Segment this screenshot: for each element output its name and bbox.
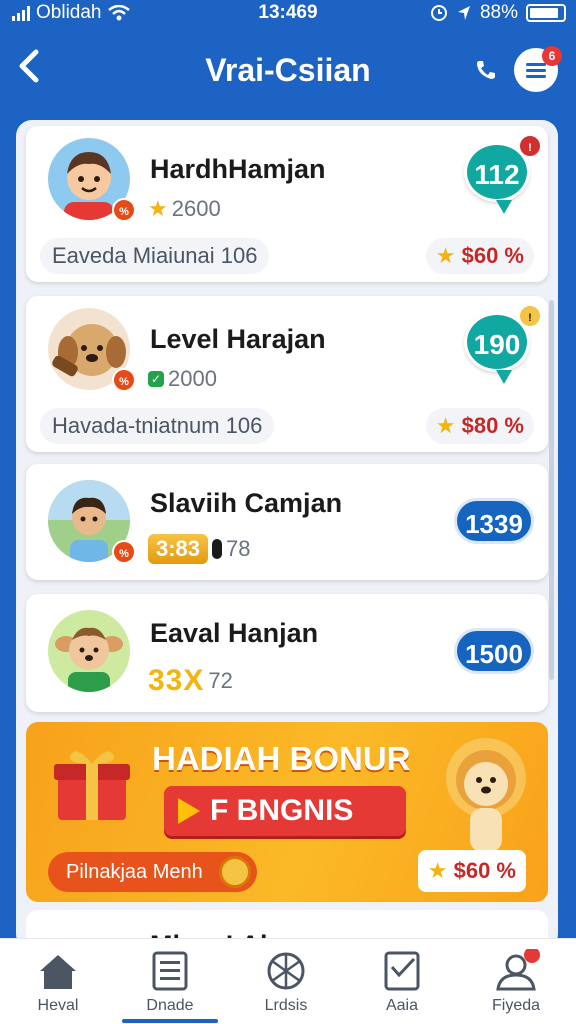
player-name: Slaviih Camjan bbox=[150, 488, 343, 518]
leaderboard-list: % HardhHamjan ★ 2600 112 ! Eaveda Miaiun… bbox=[16, 120, 558, 950]
player-card[interactable]: % Level Harajan ✓ 2000 190 ! Havada-tnia… bbox=[26, 296, 548, 452]
banner-info-pill[interactable]: Pilnakjaa Menh bbox=[48, 852, 257, 892]
nav-item-ball[interactable]: Lrdsis bbox=[236, 949, 336, 1015]
rank-badge: 3:83 bbox=[148, 534, 209, 564]
score-pill: 1500 bbox=[454, 628, 534, 674]
coin-icon bbox=[218, 856, 251, 888]
play-icon bbox=[178, 798, 200, 824]
rank-badge: 33X bbox=[148, 664, 205, 697]
nav-item-home[interactable]: Heval bbox=[8, 949, 108, 1015]
star-icon: ★ bbox=[148, 196, 168, 221]
nav-item-tasks[interactable]: Aaia bbox=[352, 949, 452, 1015]
level-badge: % bbox=[112, 198, 136, 222]
bonus-cta-button[interactable]: F BNGNIS bbox=[164, 786, 406, 836]
player-name: Eaval Hanjan bbox=[150, 618, 319, 648]
bonus-banner[interactable]: HADIAH BONUR F BNGNIS Pilnakjaa Menh ★ $… bbox=[26, 722, 548, 902]
nav-item-profile[interactable]: Fiyeda bbox=[466, 949, 566, 1015]
level-badge: % bbox=[112, 540, 136, 564]
app-header: Vrai-Csiian 6 bbox=[0, 36, 576, 106]
reward-pill: ★ $60 % bbox=[425, 238, 534, 274]
player-name: Level Harajan bbox=[150, 324, 326, 354]
notification-badge: 6 bbox=[542, 46, 562, 66]
battery-percent: 88% bbox=[479, 2, 518, 23]
nav-item-list[interactable]: Dnade bbox=[120, 949, 220, 1015]
star-icon: ★ bbox=[435, 413, 456, 438]
seed-icon bbox=[212, 539, 223, 559]
alert-badge: ! bbox=[518, 134, 542, 158]
checklist-icon bbox=[384, 951, 420, 991]
star-icon: ★ bbox=[427, 858, 448, 883]
basketball-icon bbox=[267, 952, 305, 990]
player-card[interactable]: Eaval Hanjan 33X 72 1500 bbox=[26, 594, 548, 712]
gift-icon bbox=[54, 751, 130, 820]
player-card[interactable]: % Slaviih Camjan 3:83 78 1339 bbox=[26, 464, 548, 580]
info-pill: Havada-tniatnum 106 bbox=[40, 408, 275, 444]
phone-icon bbox=[477, 61, 495, 79]
location-icon bbox=[457, 6, 470, 20]
home-icon bbox=[40, 955, 76, 989]
player-card[interactable]: % HardhHamjan ★ 2600 112 ! Eaveda Miaiun… bbox=[26, 126, 548, 282]
banner-title: HADIAH BONUR bbox=[152, 740, 411, 777]
alert-badge: ! bbox=[518, 304, 542, 328]
player-name: HardhHamjan bbox=[150, 154, 326, 184]
menu-button[interactable]: 6 bbox=[514, 46, 562, 92]
scrollbar[interactable] bbox=[549, 300, 554, 680]
info-pill: Eaveda Miaiunai 106 bbox=[40, 238, 270, 274]
puppy-avatar-icon bbox=[55, 627, 123, 692]
reward-pill: ★ $80 % bbox=[425, 408, 534, 444]
check-icon: ✓ bbox=[148, 371, 164, 387]
avatar bbox=[48, 610, 130, 692]
level-badge: % bbox=[112, 368, 136, 392]
bottom-nav: Heval Dnade Lrdsis Aaia Fiyeda bbox=[0, 938, 576, 1024]
player-stat: 3:83 78 bbox=[148, 534, 251, 564]
profile-icon bbox=[496, 949, 540, 991]
player-stat: ✓ 2000 bbox=[148, 366, 217, 392]
phone-button[interactable] bbox=[474, 58, 498, 89]
player-stat: ★ 2600 bbox=[148, 196, 221, 221]
score-pill: 1339 bbox=[454, 498, 534, 544]
battery-icon bbox=[526, 4, 566, 22]
alarm-icon bbox=[430, 5, 447, 21]
banner-reward: ★ $60 % bbox=[417, 850, 526, 892]
player-stat: 33X 72 bbox=[148, 664, 233, 697]
active-tab-indicator bbox=[122, 1019, 218, 1023]
star-icon: ★ bbox=[435, 243, 456, 268]
lion-icon bbox=[446, 738, 526, 852]
list-icon bbox=[152, 951, 188, 991]
status-bar: Oblidah 13:469 88% bbox=[0, 0, 576, 28]
